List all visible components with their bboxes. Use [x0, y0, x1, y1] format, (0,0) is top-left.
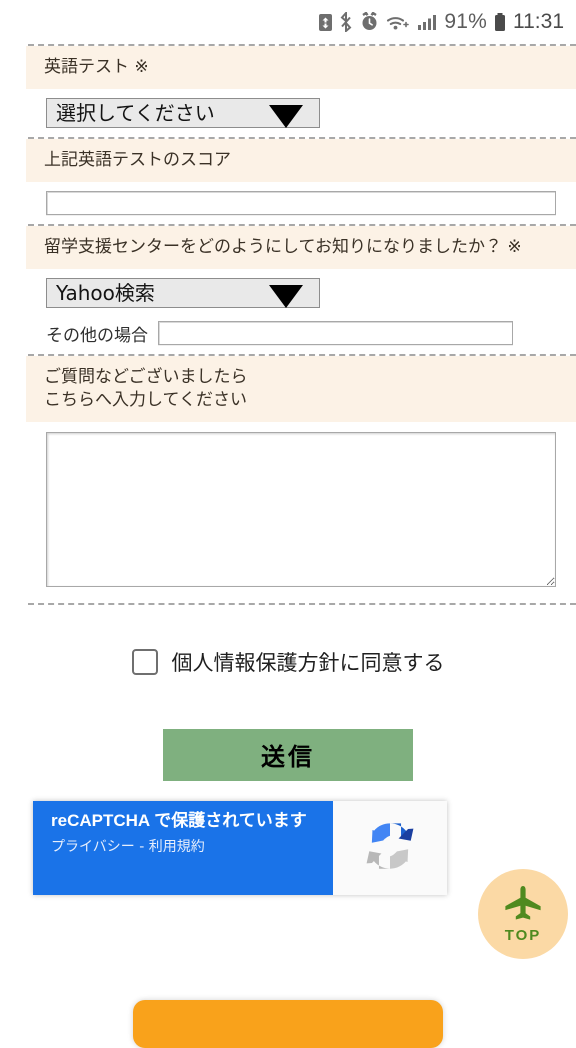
section-divider [28, 353, 576, 356]
bottom-orange-button[interactable] [133, 1000, 443, 1048]
recaptcha-separator: - [139, 838, 145, 855]
label-text: 留学支援センターをどのようにしてお知りになりましたか？ ※ [44, 236, 522, 257]
section-divider [28, 136, 576, 139]
submit-button[interactable]: 送信 [163, 728, 413, 781]
recaptcha-badge[interactable]: reCAPTCHA で保護されています プライバシー - 利用規約 [33, 801, 447, 895]
recaptcha-logo-panel [333, 801, 447, 895]
field-row-questions [0, 422, 576, 603]
privacy-consent-row[interactable]: 個人情報保護方針に同意する [0, 647, 576, 677]
recaptcha-title: reCAPTCHA で保護されています [51, 811, 307, 830]
recaptcha-privacy-link[interactable]: プライバシー [51, 839, 135, 855]
section-divider [28, 602, 576, 605]
chevron-down-icon [269, 284, 303, 308]
bluetooth-icon [340, 12, 353, 32]
label-text: 英語テスト ※ [44, 57, 149, 77]
field-row-referral-source: Yahoo検索 [0, 269, 576, 317]
wifi-icon [386, 12, 410, 32]
battery-saver-icon [318, 12, 333, 32]
questions-textarea[interactable] [46, 431, 556, 587]
label-text: 上記英語テストのスコア [44, 149, 231, 170]
field-row-referral-other: その他の場合 [0, 317, 576, 354]
referral-source-select[interactable]: Yahoo検索 [46, 277, 320, 308]
field-row-test-score [0, 182, 576, 224]
referral-other-label: その他の場合 [46, 325, 148, 346]
field-label-referral-source: 留学支援センターをどのようにしてお知りになりましたか？ ※ [26, 225, 576, 269]
recaptcha-text-panel: reCAPTCHA で保護されています プライバシー - 利用規約 [33, 801, 333, 895]
section-divider [28, 44, 576, 46]
airplane-icon [502, 884, 544, 926]
field-row-english-test: 選択してください [0, 89, 576, 137]
chevron-down-icon [269, 104, 303, 128]
alarm-icon [360, 12, 379, 32]
field-label-english-test: 英語テスト ※ [26, 46, 576, 89]
scroll-to-top-button[interactable]: TOP [478, 869, 568, 959]
test-score-input[interactable] [46, 190, 556, 215]
section-divider [28, 223, 576, 226]
scroll-to-top-label: TOP [504, 927, 542, 944]
recaptcha-terms-link[interactable]: 利用規約 [149, 839, 205, 855]
recaptcha-links: プライバシー - 利用規約 [51, 836, 321, 856]
signal-icon [417, 12, 437, 32]
field-label-questions: ご質問などございましたら こちらへ入力してください [26, 355, 576, 422]
privacy-consent-label: 個人情報保護方針に同意する [171, 650, 445, 675]
recaptcha-logo-icon [357, 813, 423, 883]
status-bar: 91% 11:31 [0, 0, 576, 44]
clock-time: 11:31 [513, 10, 564, 33]
english-test-select[interactable]: 選択してください [46, 97, 320, 128]
referral-other-input[interactable] [158, 321, 513, 346]
field-label-test-score: 上記英語テストのスコア [26, 138, 576, 182]
label-text: ご質問などございましたら こちらへ入力してください [44, 366, 248, 410]
privacy-consent-checkbox[interactable] [131, 648, 158, 675]
submit-row: 送信 [0, 728, 576, 781]
battery-percent: 91% [444, 10, 487, 33]
battery-icon [494, 12, 506, 32]
